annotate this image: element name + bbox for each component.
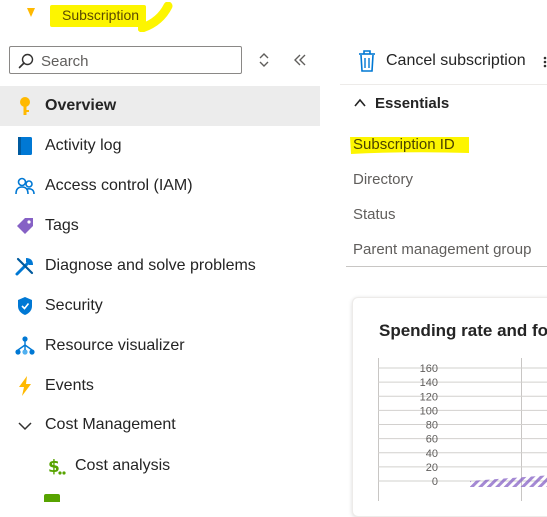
chart-area-series	[470, 475, 547, 487]
network-icon	[15, 336, 35, 355]
essentials-field-label: Parent management group	[353, 241, 532, 258]
chevron-up-icon[interactable]	[353, 97, 367, 109]
search-icon	[18, 53, 34, 69]
cancel-subscription-label: Cancel subscription	[386, 52, 526, 69]
chart-y-tick-label: 140	[420, 377, 438, 389]
sidebar-item-cost-analysis[interactable]: $ Cost analysis	[0, 446, 320, 486]
chart-y-tick-label: 100	[420, 405, 438, 417]
sidebar-item-label: Activity log	[45, 137, 122, 154]
sidebar-item-security[interactable]: Security	[0, 286, 320, 326]
essentials-field-label: Directory	[353, 171, 414, 188]
essentials-field-label: Subscription ID	[353, 136, 455, 153]
more-icon[interactable]	[543, 56, 547, 68]
collapse-sidebar-icon[interactable]	[291, 51, 309, 69]
sidebar-item-diagnose[interactable]: Diagnose and solve problems	[0, 246, 320, 286]
card-title: Spending rate and fo	[379, 321, 547, 340]
page-title: Subscription	[62, 7, 140, 23]
search-placeholder: Search	[41, 53, 89, 70]
divider	[340, 84, 547, 85]
sidebar-item-label: Events	[45, 377, 94, 394]
lightning-icon	[19, 376, 31, 396]
chart-y-tick-label: 160	[420, 363, 438, 375]
essentials-field-label: Status	[353, 206, 396, 223]
title-highlight-stroke	[138, 2, 173, 32]
sidebar-item-access-control[interactable]: Access control (IAM)	[0, 166, 320, 206]
cancel-subscription-button[interactable]: Cancel subscription	[350, 44, 540, 78]
sidebar-item-label: Resource visualizer	[45, 337, 185, 354]
dollar-icon: $	[48, 457, 66, 477]
essentials-title[interactable]: Essentials	[375, 95, 449, 112]
people-icon	[15, 177, 35, 195]
trash-icon	[359, 50, 375, 72]
sidebar-item-label: Diagnose and solve problems	[45, 257, 256, 274]
chart-y-tick-label: 0	[432, 476, 438, 488]
wrench-icon	[15, 257, 34, 276]
sidebar-item-activity-log[interactable]: Activity log	[0, 126, 320, 166]
sidebar-item-label: Overview	[45, 97, 117, 114]
chevron-down-icon[interactable]	[14, 415, 36, 437]
chart-y-tick-label: 20	[426, 462, 438, 474]
sidebar-item-label: Tags	[45, 217, 79, 234]
svg-text:$: $	[48, 457, 60, 477]
divider	[346, 266, 547, 267]
tag-icon	[17, 218, 33, 234]
chart-y-tick-label: 60	[426, 434, 438, 446]
key-icon	[20, 97, 30, 115]
sidebar-group-cost-management[interactable]: Cost Management	[0, 405, 320, 445]
sidebar-item-events[interactable]: Events	[0, 366, 320, 406]
activity-log-icon	[18, 137, 32, 155]
sidebar-item-label: Access control (IAM)	[45, 177, 193, 194]
shield-icon	[18, 297, 32, 315]
chart-y-tick-label: 120	[420, 391, 438, 403]
key-icon	[27, 8, 35, 17]
sidebar-item-resource-visualizer[interactable]: Resource visualizer	[0, 326, 320, 366]
chart-y-tick-label: 40	[426, 448, 438, 460]
chart-y-tick-label: 80	[426, 420, 438, 432]
sidebar-item-tags[interactable]: Tags	[0, 206, 320, 246]
sort-icon[interactable]	[256, 52, 272, 68]
spending-chart: 160 140 120 100 80 60 40 20 0	[378, 358, 547, 501]
sidebar-item-overview[interactable]: Overview	[0, 86, 320, 126]
sidebar-item-label: Security	[45, 297, 103, 314]
sidebar-item-label: Cost Management	[45, 416, 176, 433]
sidebar-item-label: Cost analysis	[75, 457, 171, 474]
top-header: Subscription	[0, 0, 547, 40]
